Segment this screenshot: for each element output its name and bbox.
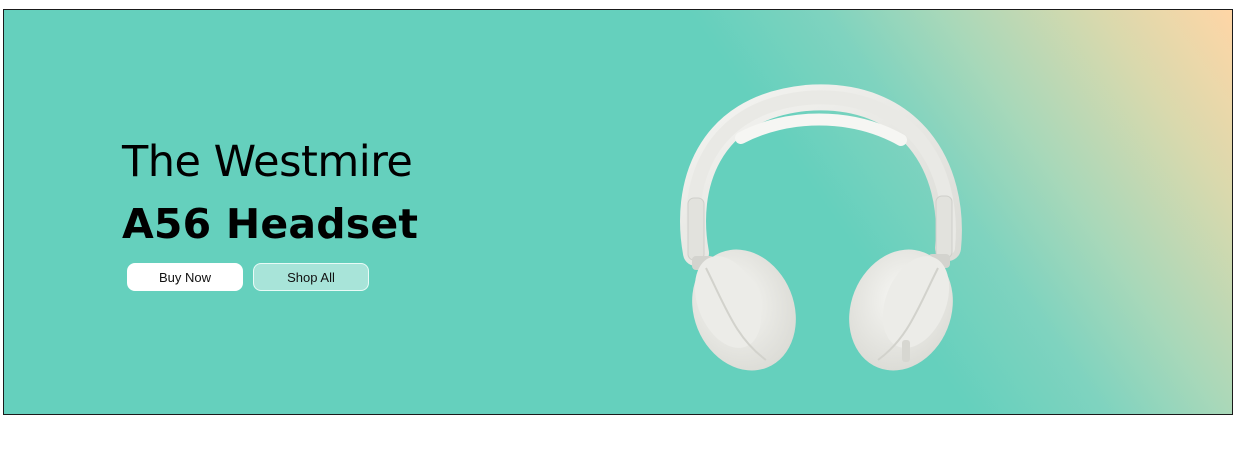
buy-now-button[interactable]: Buy Now: [127, 263, 243, 291]
headline-brand: The Westmire: [122, 137, 413, 187]
shop-all-button[interactable]: Shop All: [253, 263, 369, 291]
headphones-image: [680, 84, 962, 371]
cta-buttons: Buy Now Shop All: [127, 263, 369, 291]
hero-headline: The Westmire A56 Headset: [122, 136, 418, 248]
hero-banner: The Westmire A56 Headset Buy Now Shop Al…: [3, 9, 1233, 415]
headline-product: A56 Headset: [122, 200, 419, 248]
